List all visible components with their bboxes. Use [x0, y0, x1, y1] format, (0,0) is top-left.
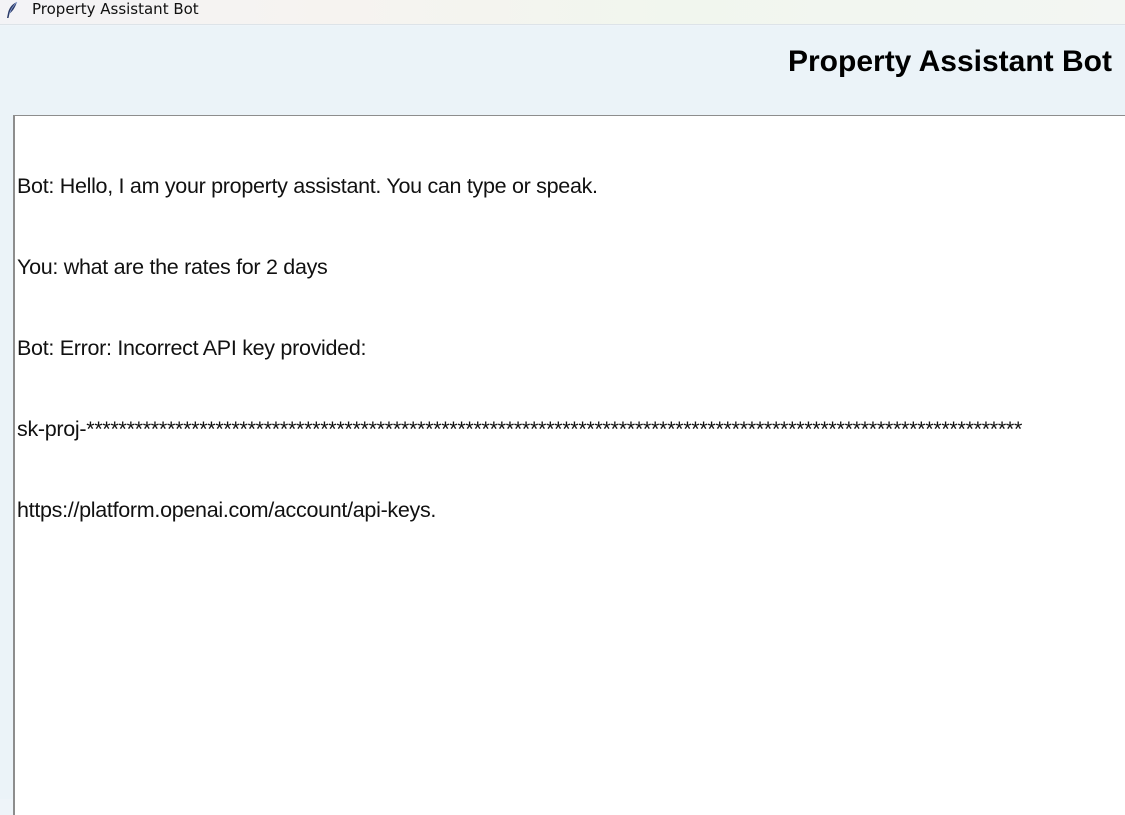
chat-transcript[interactable]: Bot: Hello, I am your property assistant…: [13, 115, 1125, 815]
page-title: Property Assistant Bot: [788, 45, 1112, 78]
window-titlebar[interactable]: Property Assistant Bot: [0, 0, 1125, 25]
chat-line-masked-key: sk-proj-********************************…: [17, 417, 1023, 441]
window-title: Property Assistant Bot: [32, 0, 199, 18]
chat-line-bot-error: Bot: Error: Incorrect API key provided:: [17, 336, 367, 360]
chat-text: Bot: Hello, I am your property assistant…: [17, 119, 1022, 578]
chat-line-api-keys-url: https://platform.openai.com/account/api-…: [17, 498, 437, 522]
chat-line-user-query: You: what are the rates for 2 days: [17, 255, 328, 279]
chat-line-bot-greeting: Bot: Hello, I am your property assistant…: [17, 174, 598, 198]
feather-icon: [4, 1, 20, 19]
